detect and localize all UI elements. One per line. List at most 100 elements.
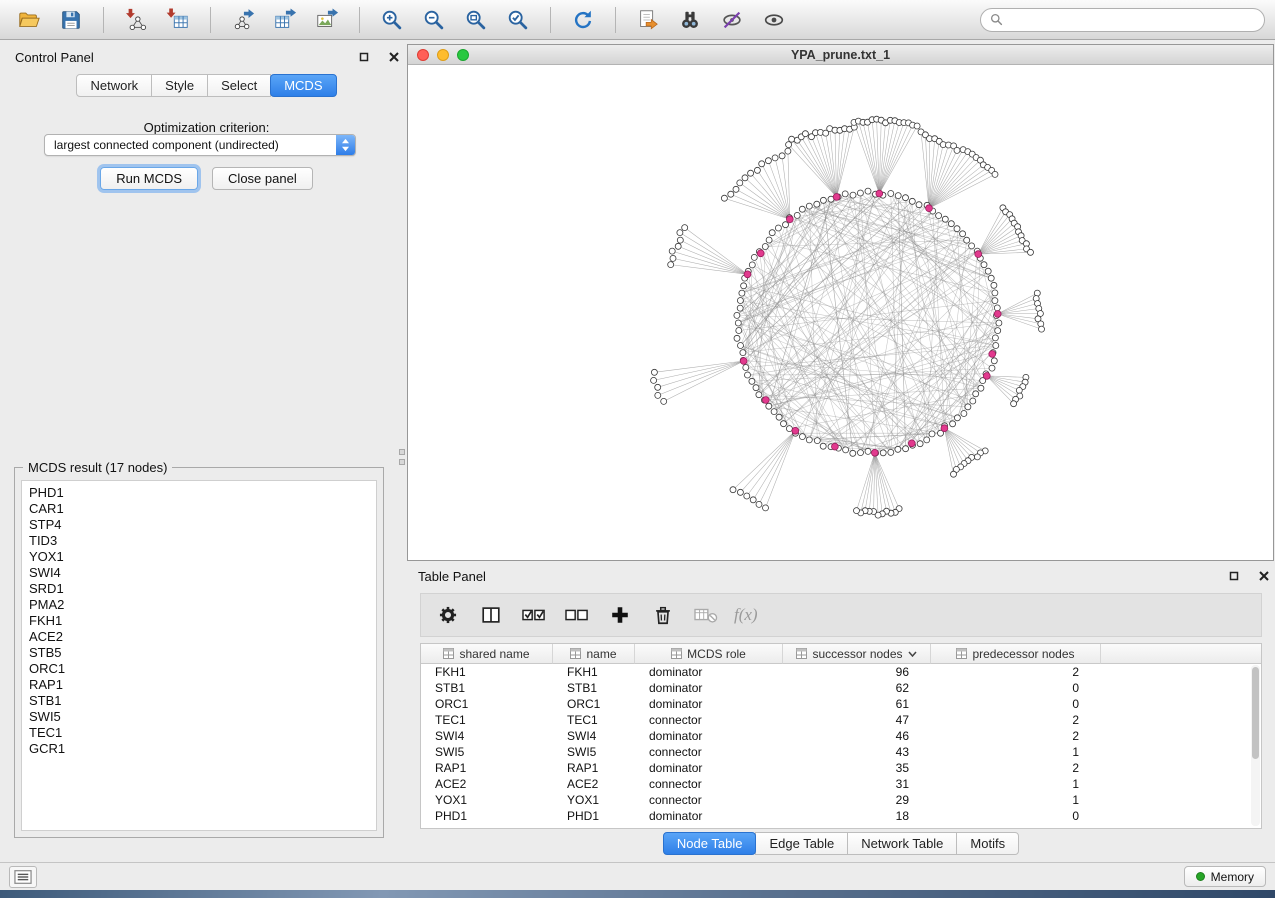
find-button[interactable] (671, 4, 709, 36)
mcds-result-item[interactable]: PHD1 (29, 485, 376, 501)
mcds-result-item[interactable]: PMA2 (29, 597, 376, 613)
show-display-button[interactable] (755, 4, 793, 36)
function-builder-button[interactable]: f(x) (734, 605, 758, 625)
float-panel-icon[interactable] (357, 50, 371, 64)
settings-icon (437, 604, 459, 626)
table-row[interactable]: ORC1ORC1dominator610 (421, 696, 1261, 712)
table-row[interactable]: RAP1RAP1dominator352 (421, 760, 1261, 776)
tab-network[interactable]: Network (76, 74, 152, 97)
mcds-result-item[interactable]: GCR1 (29, 741, 376, 757)
close-panel-button[interactable]: Close panel (212, 167, 313, 190)
mcds-result-item[interactable]: CAR1 (29, 501, 376, 517)
tab-style[interactable]: Style (151, 74, 208, 97)
table-row[interactable]: FKH1FKH1dominator962 (421, 664, 1261, 680)
zoom-selected-icon (506, 8, 530, 32)
table-panel-tabs: Node TableEdge TableNetwork TableMotifs (407, 832, 1275, 855)
zoom-window-button[interactable] (457, 49, 469, 61)
table-row[interactable]: ACE2ACE2connector311 (421, 776, 1261, 792)
mcds-result-item[interactable]: STB1 (29, 693, 376, 709)
column-header-label: successor nodes (812, 647, 902, 661)
column-header-successor-nodes[interactable]: successor nodes (783, 644, 931, 664)
run-mcds-button[interactable]: Run MCDS (100, 167, 198, 190)
table-row[interactable]: SWI5SWI5connector431 (421, 744, 1261, 760)
add-button[interactable] (605, 600, 635, 630)
hide-display-button[interactable] (713, 4, 751, 36)
mcds-result-item[interactable]: SWI4 (29, 565, 376, 581)
import-network-button[interactable] (117, 4, 155, 36)
network-canvas[interactable] (408, 65, 1273, 560)
mcds-result-item[interactable]: SWI5 (29, 709, 376, 725)
columns-button[interactable] (476, 600, 506, 630)
export-network-button[interactable] (224, 4, 262, 36)
column-header-name[interactable]: name (553, 644, 635, 664)
show-panel-button[interactable] (9, 866, 37, 888)
deselect-all-button[interactable] (562, 600, 592, 630)
table-cell: dominator (635, 808, 783, 824)
save-button[interactable] (52, 4, 90, 36)
table-row[interactable]: YOX1YOX1connector291 (421, 792, 1261, 808)
tab-mcds[interactable]: MCDS (270, 74, 336, 97)
mcds-result-list[interactable]: PHD1CAR1STP4TID3YOX1SWI4SRD1PMA2FKH1ACE2… (21, 480, 377, 831)
zoom-in-button[interactable] (373, 4, 411, 36)
scrollbar-thumb[interactable] (1252, 667, 1259, 759)
save-icon (59, 8, 83, 32)
table-cell: 96 (783, 664, 931, 680)
mcds-result-item[interactable]: FKH1 (29, 613, 376, 629)
table-row[interactable]: PHD1PHD1dominator180 (421, 808, 1261, 824)
open-button[interactable] (10, 4, 48, 36)
splitter-grip[interactable] (399, 449, 405, 455)
select-all-button[interactable] (519, 600, 549, 630)
add-icon (609, 604, 631, 626)
close-panel-icon[interactable] (387, 50, 401, 64)
share-document-button[interactable] (629, 4, 667, 36)
disabled-table-button[interactable] (691, 600, 721, 630)
table-cell: 1 (931, 792, 1101, 808)
mcds-result-item[interactable]: SRD1 (29, 581, 376, 597)
export-image-button[interactable] (308, 4, 346, 36)
table-cell: ORC1 (421, 696, 553, 712)
zoom-out-button[interactable] (415, 4, 453, 36)
tab-edge-table[interactable]: Edge Table (755, 832, 848, 855)
memory-button[interactable]: Memory (1184, 866, 1266, 887)
mcds-result-item[interactable]: STB5 (29, 645, 376, 661)
optimization-criterion-select[interactable]: largest connected component (undirected) (44, 134, 356, 156)
delete-button[interactable] (648, 600, 678, 630)
tab-select[interactable]: Select (207, 74, 271, 97)
table-panel: Table Panel f(x) shared namenameMCDS rol… (407, 565, 1275, 862)
refresh-icon (571, 8, 595, 32)
mcds-result-item[interactable]: TID3 (29, 533, 376, 549)
tab-network-table[interactable]: Network Table (847, 832, 957, 855)
mcds-result-item[interactable]: RAP1 (29, 677, 376, 693)
table-cell: 0 (931, 808, 1101, 824)
table-row[interactable]: TEC1TEC1connector472 (421, 712, 1261, 728)
minimize-window-button[interactable] (437, 49, 449, 61)
table-row[interactable]: STB1STB1dominator620 (421, 680, 1261, 696)
deselect-all-icon (563, 604, 591, 626)
mcds-result-item[interactable]: ACE2 (29, 629, 376, 645)
search-input[interactable] (1008, 12, 1255, 28)
table-cell: connector (635, 712, 783, 728)
close-table-panel-icon[interactable] (1257, 569, 1271, 583)
mcds-result-item[interactable]: TEC1 (29, 725, 376, 741)
column-header-MCDS-role[interactable]: MCDS role (635, 644, 783, 664)
zoom-fit-button[interactable] (457, 4, 495, 36)
mcds-result-item[interactable]: YOX1 (29, 549, 376, 565)
tab-node-table[interactable]: Node Table (663, 832, 757, 855)
table-cell: 43 (783, 744, 931, 760)
mcds-result-item[interactable]: STP4 (29, 517, 376, 533)
settings-button[interactable] (433, 600, 463, 630)
table-cell: 0 (931, 696, 1101, 712)
column-header-shared-name[interactable]: shared name (421, 644, 553, 664)
mcds-result-item[interactable]: ORC1 (29, 661, 376, 677)
column-header-predecessor-nodes[interactable]: predecessor nodes (931, 644, 1101, 664)
table-row[interactable]: SWI4SWI4dominator462 (421, 728, 1261, 744)
export-table-button[interactable] (266, 4, 304, 36)
tab-motifs[interactable]: Motifs (956, 832, 1019, 855)
import-table-button[interactable] (159, 4, 197, 36)
search-box[interactable] (980, 8, 1265, 32)
close-window-button[interactable] (417, 49, 429, 61)
refresh-button[interactable] (564, 4, 602, 36)
zoom-selected-button[interactable] (499, 4, 537, 36)
splitter-grip[interactable] (399, 459, 405, 465)
float-table-panel-icon[interactable] (1227, 569, 1241, 583)
